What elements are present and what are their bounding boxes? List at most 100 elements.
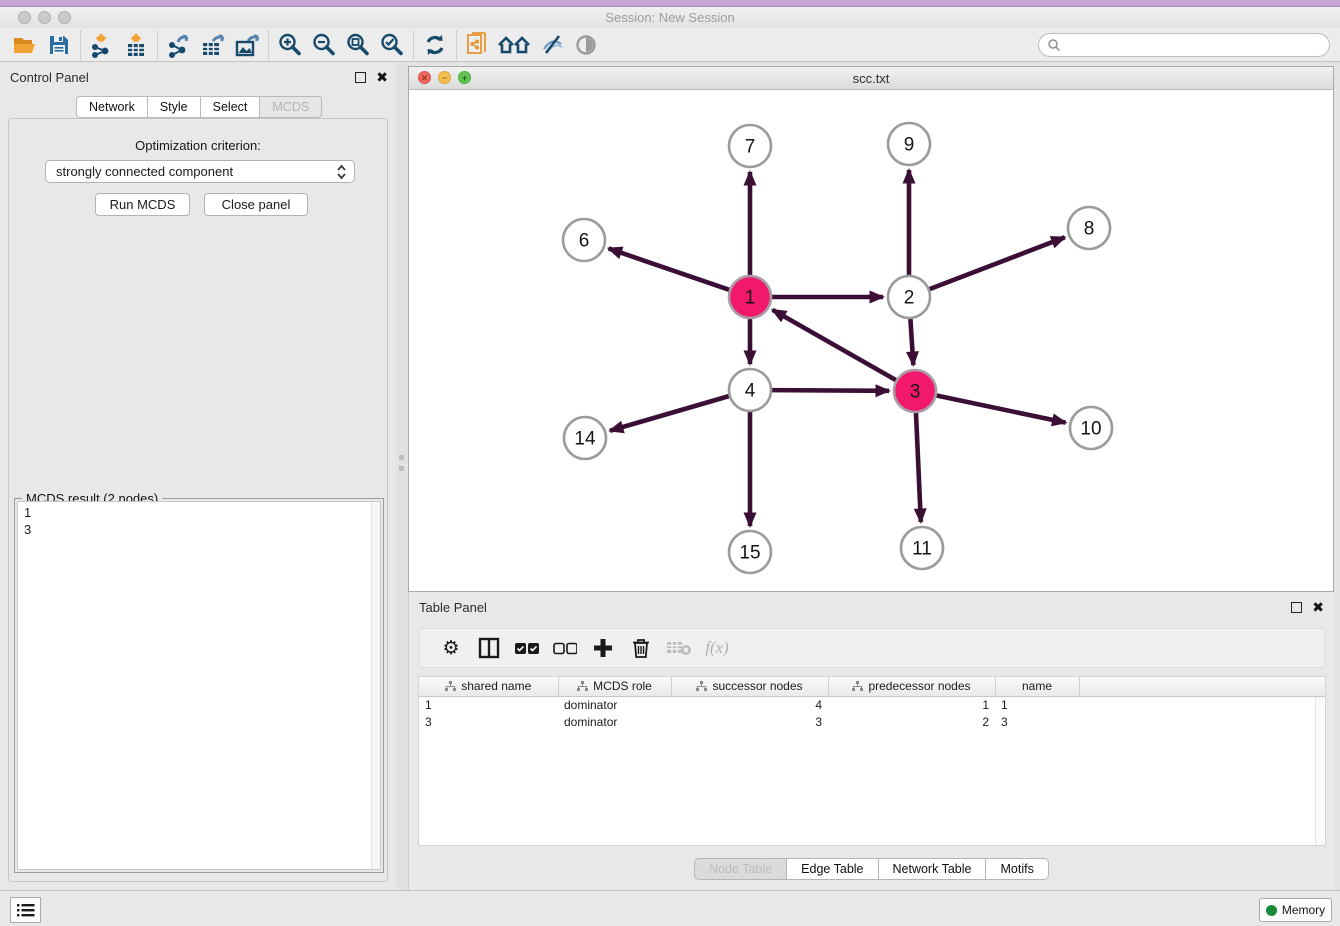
node-1[interactable]: 1 [729, 276, 771, 318]
table-cell[interactable]: 3 [671, 713, 828, 730]
table-panel: Table Panel ✖ ⚙ f(x) shared nam [408, 592, 1334, 890]
panel-divider[interactable] [396, 62, 408, 890]
edge-4-3[interactable] [772, 390, 889, 391]
column-predecessor-nodes[interactable]: predecessor nodes [828, 677, 995, 696]
node-4[interactable]: 4 [729, 369, 771, 411]
node-10[interactable]: 10 [1070, 407, 1112, 449]
export-image-icon[interactable] [230, 30, 264, 60]
table-float-icon[interactable] [1291, 602, 1302, 613]
search-field[interactable] [1038, 33, 1330, 57]
status-bar: Memory [0, 890, 1340, 926]
column-mcds-role[interactable]: MCDS role [558, 677, 671, 696]
column-name[interactable]: name [995, 677, 1079, 696]
memory-button[interactable]: Memory [1259, 898, 1332, 922]
tab-node-table[interactable]: Node Table [694, 858, 786, 880]
table-cell[interactable]: 2 [828, 713, 995, 730]
node-9[interactable]: 9 [888, 123, 930, 165]
edge-1-6[interactable] [609, 248, 730, 289]
node-7[interactable]: 7 [729, 125, 771, 167]
open-session-icon[interactable] [8, 30, 42, 60]
task-history-button[interactable] [10, 897, 41, 923]
first-neighbors-icon[interactable] [495, 30, 535, 60]
show-details-icon[interactable] [569, 30, 603, 60]
select-all-icon[interactable] [508, 642, 546, 655]
zoom-out-icon[interactable] [307, 30, 341, 60]
close-panel-button[interactable]: Close panel [204, 193, 308, 216]
edge-3-11[interactable] [916, 413, 921, 522]
svg-text:2: 2 [904, 288, 915, 309]
tab-style[interactable]: Style [147, 96, 200, 118]
run-mcds-button[interactable]: Run MCDS [95, 193, 190, 216]
split-columns-icon[interactable] [470, 637, 508, 659]
hide-details-icon[interactable] [535, 30, 569, 60]
table-cell[interactable]: 4 [671, 696, 828, 713]
add-column-icon[interactable] [584, 637, 622, 659]
deselect-all-icon[interactable] [546, 642, 584, 655]
node-11[interactable]: 11 [901, 527, 943, 569]
network-window: ✕ − + scc.txt 1 2 3 4 6 7 8 9 10 11 14 15 [408, 66, 1334, 592]
table-header-row: shared name MCDS role successor nodes pr… [419, 677, 1325, 696]
open-session-glyph [12, 33, 38, 57]
column-successor-nodes[interactable]: successor nodes [671, 677, 828, 696]
clone-network-icon[interactable] [461, 30, 495, 60]
toolbar-separator [268, 31, 269, 59]
tab-select[interactable]: Select [200, 96, 260, 118]
table-cell[interactable]: 1 [995, 696, 1079, 713]
column-shared-name[interactable]: shared name [419, 677, 558, 696]
import-network-glyph [89, 32, 115, 58]
node-8[interactable]: 8 [1068, 207, 1110, 249]
node-6[interactable]: 6 [563, 219, 605, 261]
tab-mcds[interactable]: MCDS [259, 96, 322, 118]
table-cell[interactable]: 1 [419, 696, 558, 713]
edge-3-1[interactable] [773, 310, 896, 380]
node-14[interactable]: 14 [564, 417, 606, 459]
table-row[interactable]: 3dominator323 [419, 713, 1325, 730]
refresh-icon[interactable] [418, 30, 452, 60]
float-panel-icon[interactable] [355, 72, 366, 83]
export-table-icon[interactable] [196, 30, 230, 60]
save-session-glyph [47, 33, 71, 57]
gear-icon[interactable]: ⚙ [432, 637, 470, 660]
node-3[interactable]: 3 [894, 370, 936, 412]
zoom-in-icon[interactable] [273, 30, 307, 60]
zoom-out-glyph [311, 32, 337, 58]
import-network-icon[interactable] [85, 30, 119, 60]
edge-3-10[interactable] [937, 396, 1066, 423]
delete-column-icon[interactable] [622, 637, 660, 659]
network-window-titlebar[interactable]: ✕ − + scc.txt [409, 67, 1333, 90]
node-15[interactable]: 15 [729, 531, 771, 573]
tab-edge-table[interactable]: Edge Table [786, 858, 877, 880]
table-cell[interactable]: 1 [828, 696, 995, 713]
zoom-in-glyph [277, 32, 303, 58]
svg-text:9: 9 [904, 135, 915, 156]
table-cell[interactable]: dominator [558, 696, 671, 713]
table-cell[interactable]: dominator [558, 713, 671, 730]
save-session-icon[interactable] [42, 30, 76, 60]
network-canvas[interactable]: 1 2 3 4 6 7 8 9 10 11 14 15 [409, 90, 1333, 591]
node-2[interactable]: 2 [888, 276, 930, 318]
import-table-icon[interactable] [119, 30, 153, 60]
edge-2-3[interactable] [910, 319, 913, 365]
optimization-criterion-select[interactable]: strongly connected component [45, 160, 355, 183]
desktop-edge [0, 0, 1340, 7]
table-scrollbar[interactable] [1315, 697, 1324, 845]
edge-4-14[interactable] [610, 396, 729, 431]
column-filler [1079, 677, 1325, 696]
control-panel-tabs: Network Style Select MCDS [76, 96, 322, 118]
export-network-icon[interactable] [162, 30, 196, 60]
table-cell[interactable]: 3 [419, 713, 558, 730]
table-row[interactable]: 1dominator411 [419, 696, 1325, 713]
tab-motifs[interactable]: Motifs [985, 858, 1048, 880]
tab-network[interactable]: Network [76, 96, 147, 118]
edge-2-8[interactable] [930, 237, 1065, 289]
tab-network-table[interactable]: Network Table [878, 858, 986, 880]
search-input[interactable] [1061, 38, 1329, 52]
table-cell[interactable]: 3 [995, 713, 1079, 730]
result-scrollbar[interactable] [371, 502, 380, 869]
zoom-selected-icon[interactable] [375, 30, 409, 60]
mcds-result-text[interactable]: 1 3 [17, 501, 381, 870]
svg-text:3: 3 [910, 382, 921, 403]
zoom-fit-icon[interactable] [341, 30, 375, 60]
close-panel-icon[interactable]: ✖ [376, 70, 388, 84]
table-close-icon[interactable]: ✖ [1312, 600, 1324, 614]
